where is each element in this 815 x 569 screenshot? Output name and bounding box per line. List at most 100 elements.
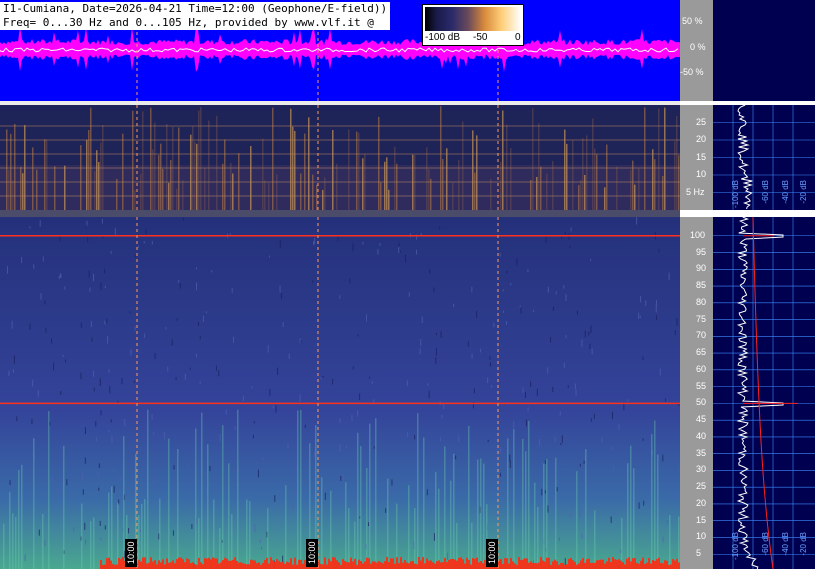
noise-speck: [552, 386, 554, 393]
frequency-axis-strip: 50 % 0 % -50 % 25 20 15 10 5 Hz 100 95 90 85 80 75…: [680, 0, 713, 569]
spectrogram-streak: [152, 149, 154, 210]
low-frequency-burst: [378, 561, 380, 569]
spectrogram-streak: [230, 162, 232, 210]
noise-speck: [62, 354, 64, 357]
noise-speck: [665, 398, 667, 402]
noise-speck: [613, 464, 615, 471]
low-frequency-burst: [588, 558, 590, 569]
noise-speck: [80, 372, 82, 380]
noise-speck: [65, 359, 67, 363]
low-frequency-burst: [330, 561, 332, 569]
spectrogram-streak: [10, 133, 12, 210]
noise-speck: [536, 388, 538, 397]
noise-speck: [24, 554, 26, 562]
low-frequency-burst: [188, 559, 190, 569]
spectrum-profile-panel: -100 dB -60 dB -40 dB -20 dB -100 dB -60…: [713, 0, 815, 569]
noise-speck: [173, 465, 175, 470]
lower-freq-tick-label: 60: [696, 363, 707, 374]
spectrum-divider: [713, 101, 815, 105]
low-frequency-burst: [562, 562, 564, 569]
noise-speck: [575, 383, 577, 390]
spectrogram-streak: [652, 149, 654, 210]
noise-speck: [530, 381, 532, 387]
noise-speck: [179, 282, 181, 289]
noise-speck: [555, 291, 557, 295]
noise-speck: [86, 225, 88, 229]
low-frequency-burst: [560, 562, 562, 569]
noise-speck: [107, 335, 109, 344]
low-frequency-burst: [324, 557, 326, 569]
low-frequency-burst: [656, 559, 658, 569]
spectrogram-streak: [480, 458, 482, 569]
spectrogram-streak: [108, 492, 110, 569]
low-frequency-burst: [250, 559, 252, 569]
noise-speck: [16, 416, 18, 422]
noise-speck: [499, 447, 501, 454]
spectrogram-streak: [453, 453, 455, 569]
noise-speck: [202, 315, 204, 322]
noise-speck: [104, 320, 106, 325]
spectrogram-streak: [322, 189, 324, 210]
noise-speck: [559, 411, 561, 416]
noise-speck: [593, 413, 595, 419]
noise-speck: [359, 393, 361, 401]
noise-speck: [565, 294, 567, 301]
noise-speck: [520, 307, 522, 314]
low-frequency-burst: [556, 561, 558, 569]
noise-speck: [253, 421, 255, 424]
low-frequency-burst: [174, 563, 176, 569]
noise-speck: [52, 477, 54, 482]
noise-speck: [40, 292, 42, 300]
noise-speck: [527, 269, 529, 273]
spectrogram-streak: [658, 108, 660, 210]
low-frequency-burst: [482, 563, 484, 569]
noise-speck: [204, 472, 206, 476]
spectrogram-streak: [507, 438, 509, 569]
spectrogram-streak: [388, 189, 390, 210]
low-frequency-burst: [382, 563, 384, 569]
noise-speck: [98, 487, 100, 491]
spectrogram-streak: [312, 174, 314, 210]
noise-speck: [563, 285, 565, 289]
noise-speck: [8, 370, 10, 376]
noise-speck: [82, 472, 84, 481]
noise-speck: [646, 497, 648, 503]
low-frequency-burst: [376, 562, 378, 569]
low-frequency-burst: [640, 560, 642, 569]
noise-speck: [133, 380, 135, 384]
low-frequency-burst: [576, 564, 578, 569]
spectrogram-streak: [594, 148, 596, 210]
noise-speck: [100, 282, 102, 291]
spectrogram-streak: [232, 173, 234, 210]
noise-speck: [129, 311, 131, 314]
noise-speck: [219, 433, 221, 441]
low-frequency-burst: [140, 561, 142, 569]
noise-speck: [365, 314, 367, 322]
noise-speck: [639, 315, 641, 319]
low-frequency-burst: [122, 557, 124, 569]
noise-speck: [564, 558, 566, 566]
spectrogram-streak: [46, 139, 48, 210]
spectrogram-streak: [207, 444, 209, 569]
upper-freq-tick-label: 20: [696, 134, 707, 144]
noise-speck: [509, 454, 511, 462]
low-frequency-burst: [380, 562, 382, 569]
noise-speck: [332, 378, 334, 385]
spectrogram-streak: [627, 463, 629, 569]
low-frequency-burst: [630, 561, 632, 569]
spectrogram-streak: [64, 165, 66, 210]
low-frequency-burst: [542, 560, 544, 569]
spectrogram-streak: [430, 178, 432, 210]
noise-speck: [429, 269, 431, 274]
low-frequency-burst: [198, 557, 200, 569]
low-frequency-burst: [646, 562, 648, 569]
spectrogram-streak: [580, 179, 582, 210]
low-frequency-burst: [524, 558, 526, 569]
noise-speck: [416, 249, 418, 255]
upper-freq-tick-label: 15: [696, 151, 707, 162]
noise-speck: [433, 533, 435, 541]
low-frequency-burst: [612, 557, 614, 569]
noise-speck: [60, 391, 62, 396]
low-frequency-burst: [604, 563, 606, 569]
low-frequency-burst: [204, 558, 206, 569]
